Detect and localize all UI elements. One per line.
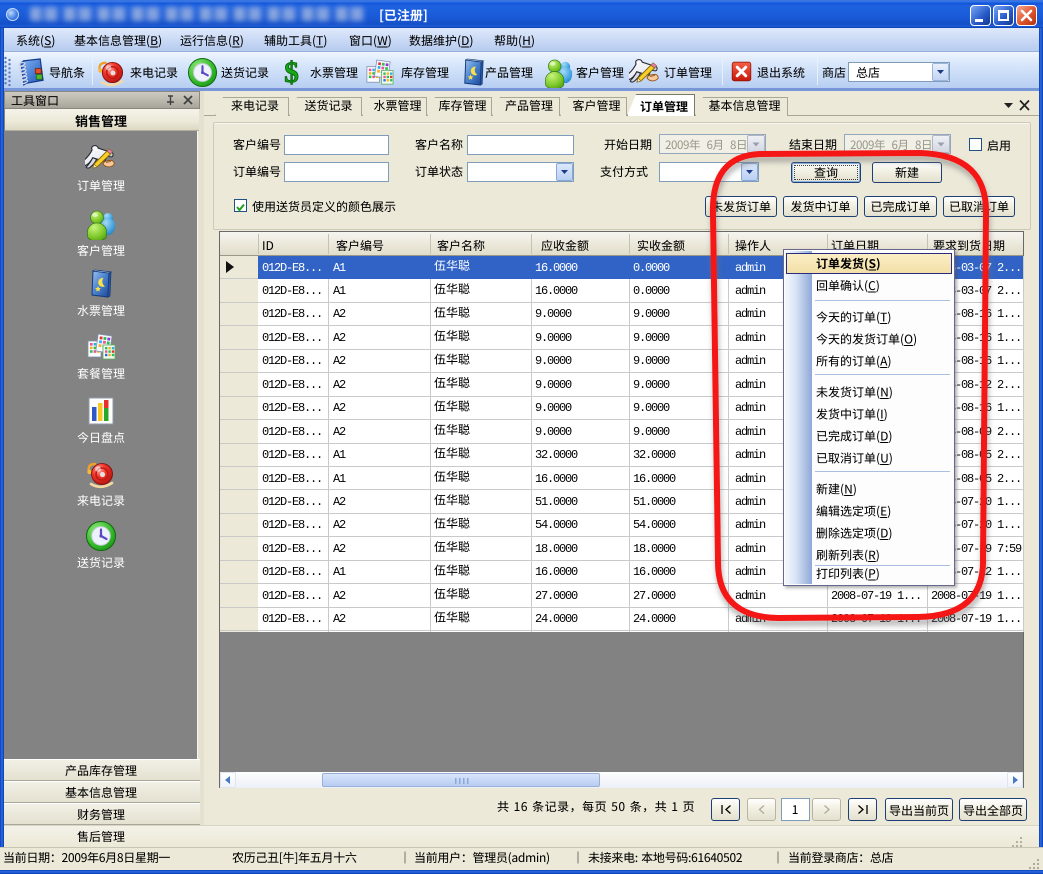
svg-text:$: $ xyxy=(284,57,299,87)
